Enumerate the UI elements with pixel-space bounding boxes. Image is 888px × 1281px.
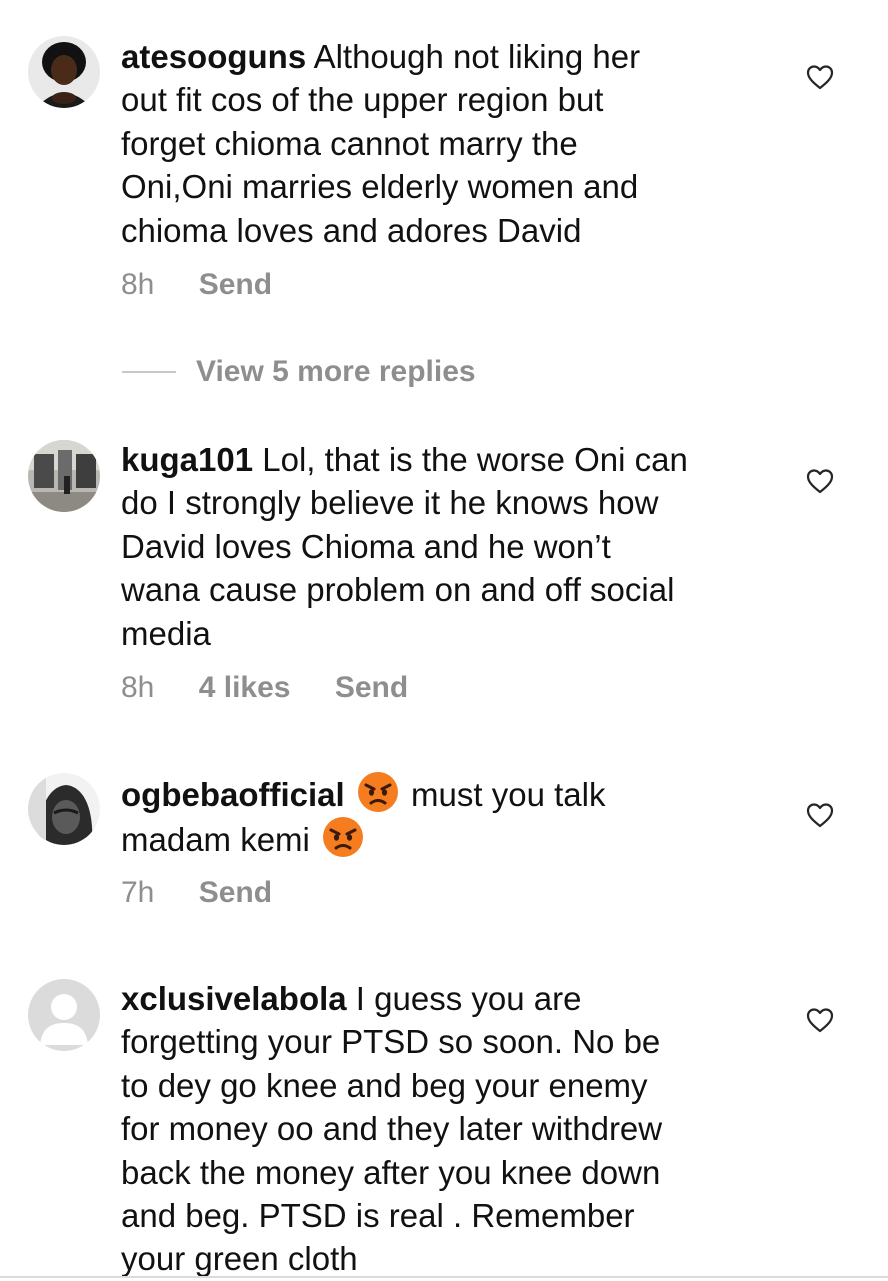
default-avatar-icon bbox=[28, 979, 100, 1051]
profile-photo-storefront-icon bbox=[28, 440, 100, 512]
comment-line: out fit cos of the upper region but bbox=[121, 81, 604, 119]
comment-line: back the money after you knee down bbox=[121, 1153, 661, 1191]
likes-count-button[interactable]: 4 likes bbox=[199, 671, 291, 705]
username[interactable]: xclusivelabola bbox=[121, 980, 347, 1017]
comment-line: for money oo and they later withdrew bbox=[121, 1110, 663, 1148]
comment-line: I guess you are bbox=[355, 980, 582, 1017]
comment-meta: 8h 4 likes Send bbox=[121, 671, 444, 705]
comment-meta: 8h Send bbox=[121, 268, 308, 302]
comment-line: wana cause problem on and off social bbox=[121, 571, 675, 609]
send-button[interactable]: Send bbox=[335, 671, 408, 705]
timestamp: 8h bbox=[121, 671, 155, 704]
comment-line: and beg. PTSD is real . Remember bbox=[121, 1197, 635, 1235]
heart-icon[interactable] bbox=[806, 64, 834, 90]
send-button[interactable]: Send bbox=[199, 268, 272, 302]
comment-line: Although not liking her bbox=[313, 38, 641, 75]
profile-photo-hooded-person-icon bbox=[28, 773, 100, 845]
avatar[interactable] bbox=[28, 440, 100, 512]
send-button[interactable]: Send bbox=[199, 876, 272, 910]
username[interactable]: ogbebaofficial bbox=[121, 776, 345, 813]
avatar[interactable] bbox=[28, 773, 100, 845]
timestamp: 8h bbox=[121, 268, 155, 301]
comment-line: media bbox=[121, 614, 211, 652]
angry-face-icon bbox=[323, 817, 364, 858]
profile-photo-woman-icon bbox=[28, 36, 100, 108]
divider bbox=[0, 1276, 888, 1278]
username[interactable]: kuga101 bbox=[121, 441, 253, 478]
view-replies-label: View 5 more replies bbox=[196, 355, 476, 388]
timestamp: 7h bbox=[121, 876, 155, 909]
avatar[interactable] bbox=[28, 36, 100, 108]
comment-line: forgetting your PTSD so soon. No be bbox=[121, 1023, 661, 1061]
heart-icon[interactable] bbox=[806, 802, 834, 828]
comment-line: madam kemi bbox=[121, 821, 310, 859]
comment-line: Lol, that is the worse Oni can bbox=[262, 441, 688, 478]
angry-face-icon bbox=[357, 772, 398, 812]
comment-line: your green cloth bbox=[121, 1240, 358, 1278]
avatar[interactable] bbox=[28, 979, 100, 1051]
comment-line: to dey go knee and beg your enemy bbox=[121, 1066, 648, 1104]
comment-line: must you talk bbox=[411, 776, 606, 813]
comment-text: ogbebaofficial must you talk madam kemi bbox=[121, 771, 761, 862]
username[interactable]: atesooguns bbox=[121, 38, 306, 75]
comment-text: atesooguns Although not liking her out f… bbox=[121, 35, 761, 252]
comment-text: xclusivelabola I guess you are forgettin… bbox=[121, 977, 761, 1281]
comment-line: forget chioma cannot marry the bbox=[121, 124, 578, 162]
heart-icon[interactable] bbox=[806, 1007, 834, 1033]
divider bbox=[122, 371, 176, 373]
comment-text: kuga101 Lol, that is the worse Oni can d… bbox=[121, 438, 761, 655]
heart-icon[interactable] bbox=[806, 468, 834, 494]
comment-line: do I strongly believe it he knows how bbox=[121, 484, 659, 522]
comment-meta: 7h Send bbox=[121, 876, 308, 910]
view-more-replies-button[interactable]: View 5 more replies bbox=[122, 352, 476, 392]
comment-line: chioma loves and adores David bbox=[121, 211, 582, 249]
comment-line: Oni,Oni marries elderly women and bbox=[121, 168, 639, 206]
comment-line: David loves Chioma and he won’t bbox=[121, 527, 611, 565]
